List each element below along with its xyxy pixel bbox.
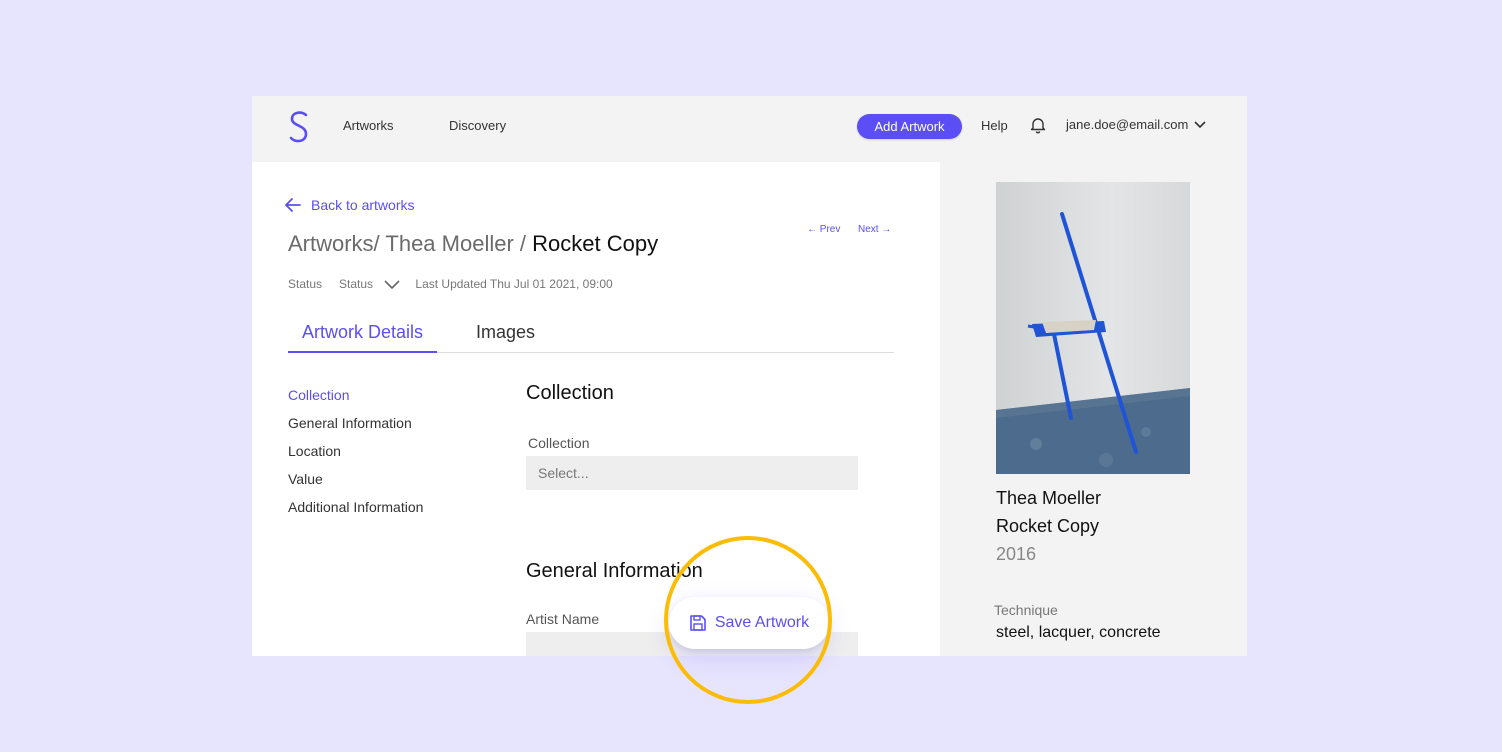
help-link[interactable]: Help: [981, 118, 1008, 133]
app-window: Artworks Discovery Add Artwork Help jane…: [252, 96, 1247, 656]
general-information-heading: General Information: [526, 560, 703, 582]
artwork-year: 2016: [996, 544, 1037, 564]
nav-discovery[interactable]: Discovery: [449, 118, 506, 133]
artist-name-label: Artist Name: [526, 611, 600, 627]
section-nav-location[interactable]: Location: [288, 442, 423, 470]
bell-icon[interactable]: [1029, 116, 1047, 134]
collection-field-label: Collection: [528, 435, 590, 451]
collection-select[interactable]: Select...: [526, 456, 858, 490]
section-nav-value[interactable]: Value: [288, 470, 423, 498]
status-row: Status Status Last Updated Thu Jul 01 20…: [288, 277, 613, 291]
next-link[interactable]: Next →: [858, 224, 891, 235]
technique-label: Technique: [994, 602, 1058, 618]
user-menu[interactable]: jane.doe@email.com: [1066, 117, 1206, 132]
artwork-title: Rocket Copy: [996, 516, 1100, 536]
nav-artworks[interactable]: Artworks: [343, 118, 394, 133]
last-updated: Last Updated Thu Jul 01 2021, 09:00: [415, 277, 613, 291]
artwork-summary-panel: Thea Moeller Rocket Copy 2016 Technique …: [940, 162, 1247, 656]
page-title: Rocket Copy: [532, 231, 659, 256]
save-artwork-button[interactable]: Save Artwork: [669, 597, 829, 649]
status-label: Status: [288, 277, 323, 291]
technique-value: steel, lacquer, concrete: [996, 624, 1161, 641]
arrow-left-icon: [285, 198, 301, 212]
chevron-down-icon: [1194, 120, 1206, 128]
top-nav: Artworks Discovery Add Artwork Help jane…: [252, 96, 1247, 162]
section-nav-general-information[interactable]: General Information: [288, 414, 423, 442]
back-link[interactable]: Back to artworks: [285, 197, 414, 213]
prev-label: Prev: [819, 224, 841, 235]
breadcrumb: Artworks/ Thea Moeller / Rocket Copy: [288, 231, 658, 257]
breadcrumb-prefix[interactable]: Artworks/ Thea Moeller /: [288, 231, 532, 256]
status-dropdown[interactable]: Status: [339, 277, 400, 291]
user-email: jane.doe@email.com: [1066, 117, 1189, 132]
tab-bar: Artwork Details Images: [288, 322, 894, 353]
chevron-down-icon: [384, 280, 400, 289]
save-artwork-label: Save Artwork: [714, 614, 810, 631]
save-icon: [690, 615, 706, 631]
section-nav-collection[interactable]: Collection: [288, 386, 423, 414]
arrow-left-small-icon: ←: [807, 224, 817, 235]
artwork-artist: Thea Moeller: [996, 488, 1102, 508]
add-artwork-button[interactable]: Add Artwork: [857, 114, 962, 139]
logo-icon[interactable]: [286, 110, 312, 144]
prev-link[interactable]: ← Prev: [807, 224, 840, 235]
tab-images[interactable]: Images: [476, 322, 535, 351]
next-label: Next: [858, 224, 879, 235]
collection-heading: Collection: [526, 382, 614, 404]
section-nav-additional-information[interactable]: Additional Information: [288, 498, 423, 526]
back-link-label: Back to artworks: [311, 197, 415, 213]
artwork-image[interactable]: [996, 182, 1190, 474]
status-value: Status: [339, 277, 374, 291]
tab-artwork-details[interactable]: Artwork Details: [288, 322, 438, 353]
section-nav: Collection General Information Location …: [288, 386, 423, 526]
arrow-right-small-icon: →: [881, 224, 892, 235]
